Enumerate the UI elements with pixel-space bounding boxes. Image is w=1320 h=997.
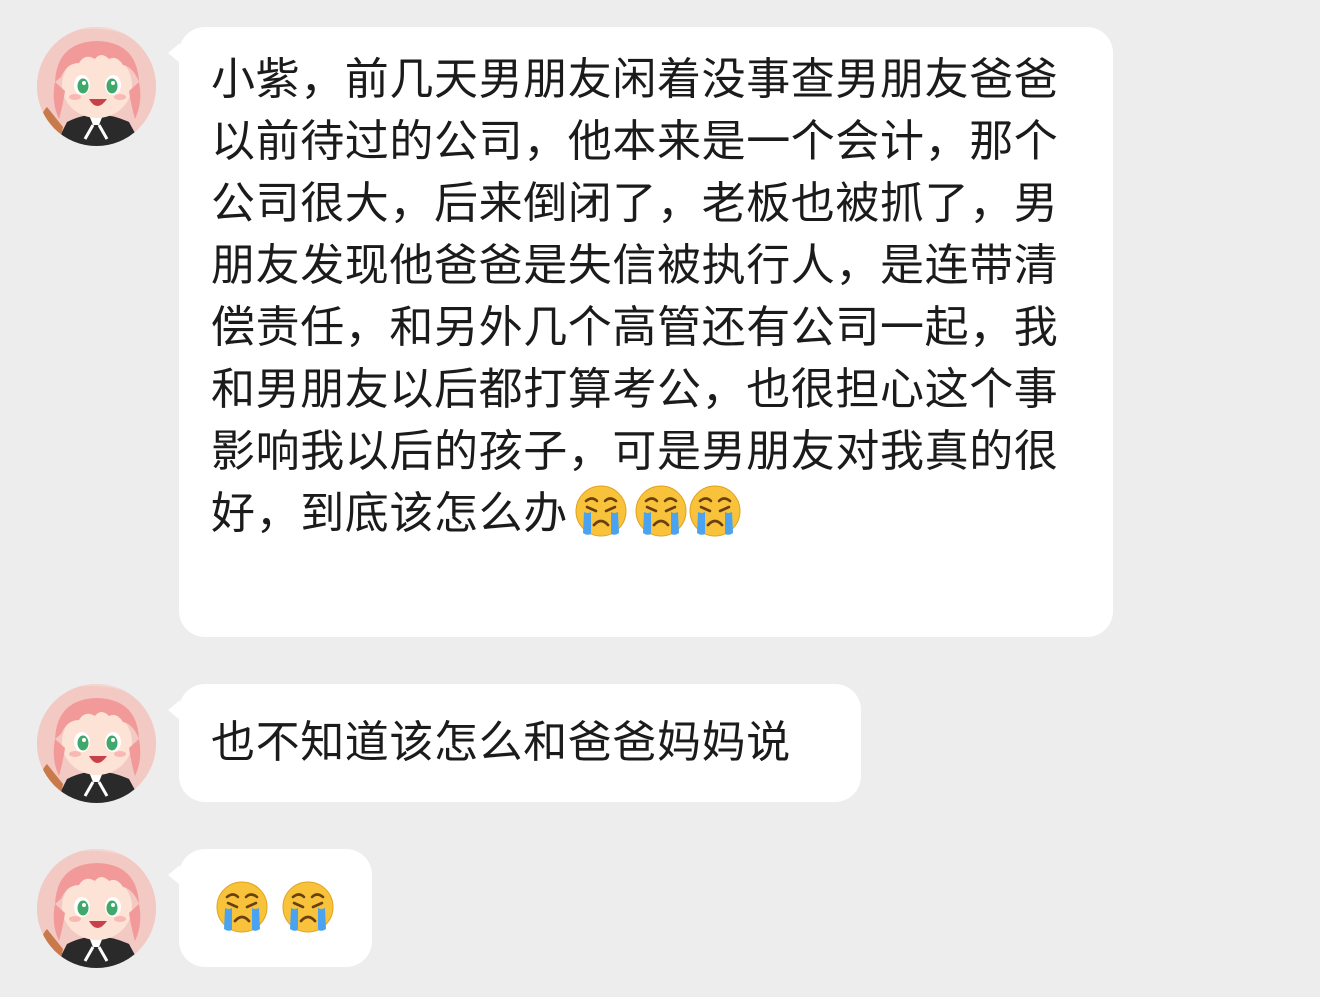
message-bubble[interactable] — [168, 849, 372, 967]
bubble-tail — [168, 43, 180, 63]
message-text: 小紫，前几天男朋友闲着没事查男朋友爸爸以前待过的公司，他本来是一个会计，那个公司… — [211, 49, 1081, 545]
message-bubble[interactable]: 也不知道该怎么和爸爸妈妈说 — [168, 684, 861, 802]
loudly-crying-face-icon — [215, 880, 269, 934]
loudly-crying-face-icon — [688, 484, 742, 538]
message-text-content: 小紫，前几天男朋友闲着没事查男朋友爸爸以前待过的公司，他本来是一个会计，那个公司… — [211, 54, 1059, 539]
loudly-crying-face-icon — [634, 484, 688, 538]
loudly-crying-face-icon — [574, 484, 628, 538]
message-text: 也不知道该怎么和爸爸妈妈说 — [211, 717, 791, 768]
avatar[interactable] — [37, 849, 156, 968]
bubble-tail — [168, 865, 180, 885]
avatar[interactable] — [37, 684, 156, 803]
anime-girl-avatar-icon — [37, 849, 156, 968]
message-bubble[interactable]: 小紫，前几天男朋友闲着没事查男朋友爸爸以前待过的公司，他本来是一个会计，那个公司… — [168, 27, 1113, 637]
avatar[interactable] — [37, 27, 156, 146]
loudly-crying-face-icon — [281, 880, 335, 934]
anime-girl-avatar-icon — [37, 684, 156, 803]
bubble-tail — [168, 700, 180, 720]
anime-girl-avatar-icon — [37, 27, 156, 146]
